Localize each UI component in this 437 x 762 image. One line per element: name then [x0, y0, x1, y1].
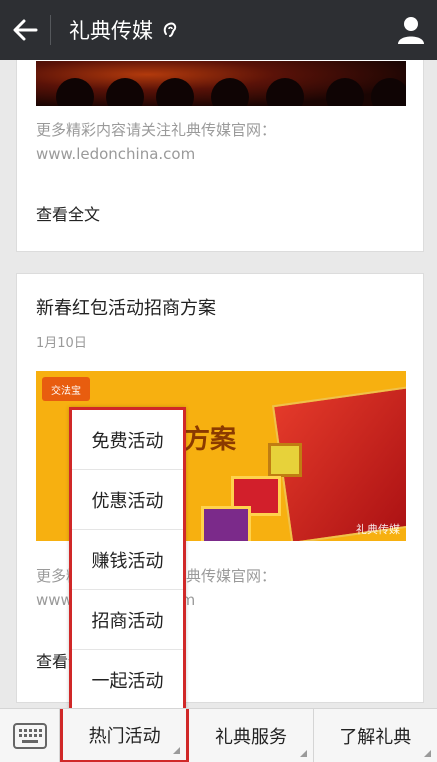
gift-box [201, 506, 251, 541]
image-watermark: 礼典传媒 [356, 523, 400, 536]
page-title: 礼典传媒 [69, 15, 179, 45]
article-date: 1月10日 [36, 336, 87, 351]
profile-button[interactable] [395, 14, 427, 46]
submenu-indicator-icon [173, 747, 181, 754]
menu-item-earn[interactable]: 赚钱活动 [72, 530, 183, 590]
silhouette [156, 78, 194, 106]
article-title: 新春红包活动招商方案 [36, 298, 216, 319]
concert-image [36, 61, 406, 106]
submenu-indicator-icon [423, 750, 431, 757]
tab-about[interactable]: 了解礼典 [314, 709, 437, 762]
bottom-menu-bar: 热门活动 礼典服务 了解礼典 [0, 708, 437, 762]
gift-box [268, 443, 302, 477]
menu-item-free[interactable]: 免费活动 [72, 410, 183, 470]
silhouette [326, 78, 364, 106]
page-title-text: 礼典传媒 [69, 19, 153, 43]
keyboard-toggle-button[interactable] [0, 709, 60, 762]
silhouette [211, 78, 249, 106]
promo-image-text: 方案 [184, 425, 237, 455]
read-all-link[interactable]: 查看全文 [36, 201, 100, 225]
topbar-divider [50, 15, 51, 45]
menu-item-together[interactable]: 一起活动 [72, 650, 183, 710]
keyboard-icon [12, 723, 47, 749]
submenu-indicator-icon [299, 750, 307, 757]
back-arrow-icon [13, 19, 38, 41]
tab-label: 了解礼典 [339, 727, 412, 748]
article-card[interactable]: 更多精彩内容请关注礼典传媒官网：www.ledonchina.com 查看全文 [16, 60, 424, 252]
silhouette [106, 78, 144, 106]
ear-icon [163, 22, 177, 37]
tab-hot-activities[interactable]: 热门活动 [60, 709, 190, 762]
tab-label: 热门活动 [88, 725, 161, 747]
brand-logo: 交法宝 [42, 377, 90, 401]
tab-services[interactable]: 礼典服务 [189, 709, 314, 762]
article-feed: 更多精彩内容请关注礼典传媒官网：www.ledonchina.com 查看全文 … [0, 60, 437, 708]
menu-item-discount[interactable]: 优惠活动 [72, 470, 183, 530]
article-summary: 更多精彩内容请关注礼典传媒官网：www.ledonchina.com [36, 121, 277, 163]
top-bar: 礼典传媒 [0, 0, 437, 60]
silhouette [56, 78, 94, 106]
tab-label: 礼典服务 [214, 727, 287, 748]
silhouette [371, 78, 406, 106]
back-button[interactable] [0, 0, 50, 60]
silhouette [266, 78, 304, 106]
menu-item-investment[interactable]: 招商活动 [72, 590, 183, 650]
person-icon [398, 17, 424, 44]
